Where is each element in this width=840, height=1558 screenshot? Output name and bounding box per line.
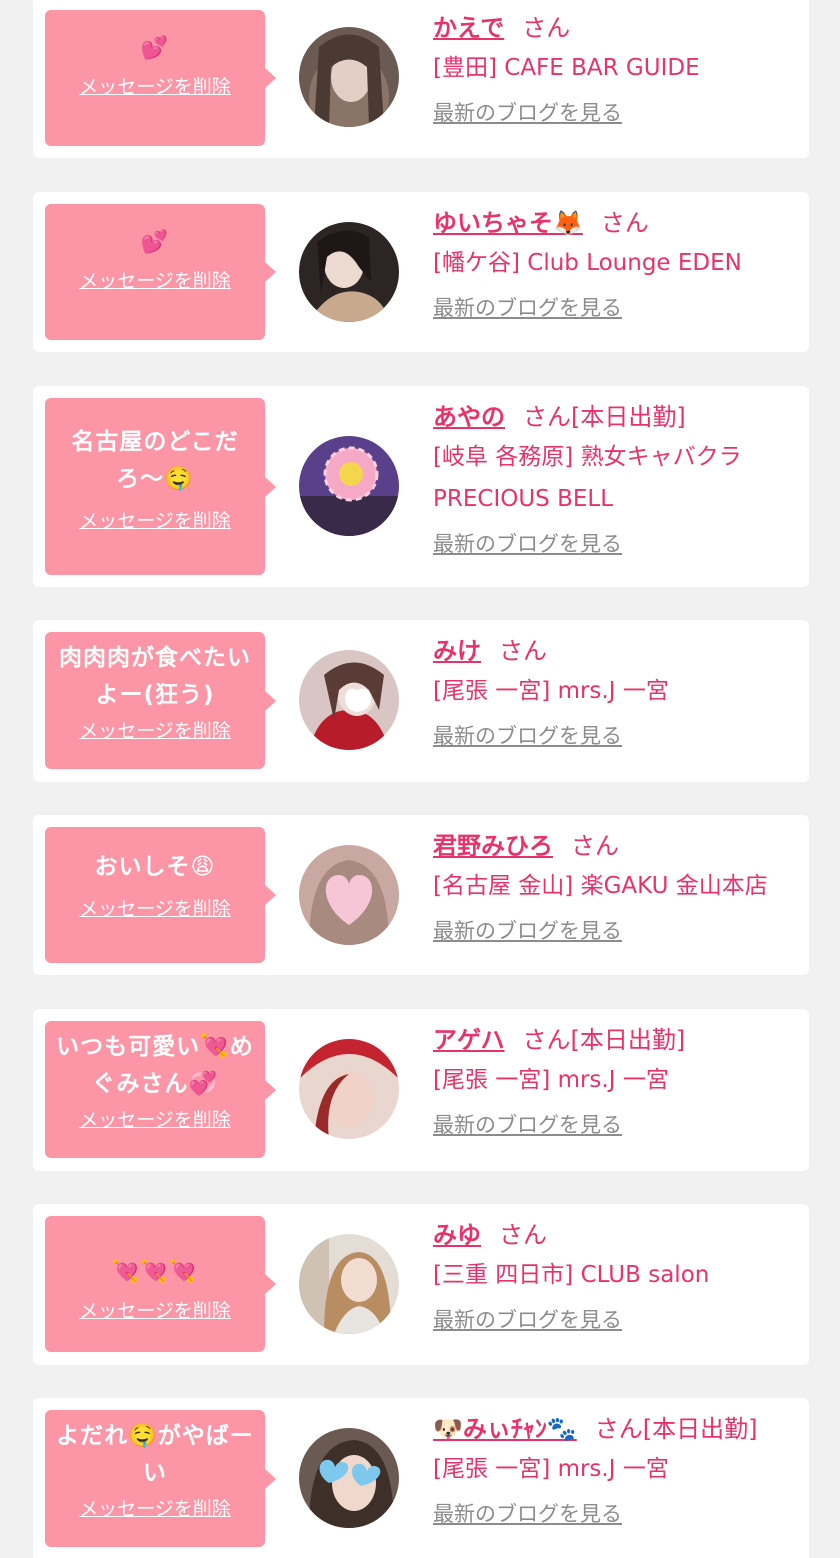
delete-message-link[interactable]: メッセージを削除: [79, 1105, 231, 1132]
shop-name: [尾張 一宮] mrs.J 一宮: [433, 1067, 669, 1093]
message-card: 💕 メッセージを削除 ゆいちゃそ🦊 さん [幡ケ谷] Club Lounge ED…: [33, 192, 809, 352]
message-text: 名古屋のどこだろ〜🤤: [71, 429, 239, 492]
cast-suffix: さん[本日出勤]: [594, 1415, 758, 1443]
shop-name: [岐阜 各務原] 熟女キャバクラ PRECIOUS BELL: [433, 444, 742, 512]
message-text: 💘💘💘: [112, 1260, 198, 1285]
latest-blog-link[interactable]: 最新のブログを見る: [433, 1304, 622, 1334]
latest-blog-link[interactable]: 最新のブログを見る: [433, 528, 622, 558]
latest-blog-link[interactable]: 最新のブログを見る: [433, 1498, 622, 1528]
delete-message-link[interactable]: メッセージを削除: [79, 72, 231, 99]
delete-message-link[interactable]: メッセージを削除: [79, 894, 231, 921]
latest-blog-link[interactable]: 最新のブログを見る: [433, 97, 622, 127]
avatar[interactable]: [299, 222, 399, 322]
cast-info: あやの さん[本日出勤] [岐阜 各務原] 熟女キャバクラ PRECIOUS BE…: [433, 400, 799, 558]
shop-name: [豊田] CAFE BAR GUIDE: [433, 55, 700, 81]
latest-blog-link[interactable]: 最新のブログを見る: [433, 292, 622, 322]
latest-blog-link[interactable]: 最新のブログを見る: [433, 1109, 622, 1139]
message-text: 💕: [140, 230, 170, 255]
shop-name: [名古屋 金山] 楽GAKU 金山本店: [433, 873, 768, 899]
cast-suffix: さん: [499, 1221, 547, 1249]
message-card: 名古屋のどこだろ〜🤤 メッセージを削除 あやの さん[本日出勤] [岐阜 各務原]…: [33, 386, 809, 587]
delete-message-link[interactable]: メッセージを削除: [79, 506, 231, 533]
message-list: 💕 メッセージを削除 かえで さん [豊田] CAFE BAR GUIDE 最新の…: [0, 0, 840, 1558]
avatar[interactable]: [299, 845, 399, 945]
message-bubble: 名古屋のどこだろ〜🤤 メッセージを削除: [45, 398, 276, 575]
cast-info: みゆ さん [三重 四日市] CLUB salon 最新のブログを見る: [433, 1218, 799, 1334]
latest-blog-link[interactable]: 最新のブログを見る: [433, 915, 622, 945]
latest-blog-link[interactable]: 最新のブログを見る: [433, 720, 622, 750]
cast-suffix: さん[本日出勤]: [523, 403, 686, 431]
message-text: よだれ🤤がやばーい: [56, 1423, 254, 1486]
avatar[interactable]: [299, 1039, 399, 1139]
cast-name-link[interactable]: ゆいちゃそ🦊: [433, 209, 583, 237]
cast-info: アゲハ さん[本日出勤] [尾張 一宮] mrs.J 一宮 最新のブログを見る: [433, 1023, 799, 1139]
cast-name-link[interactable]: アゲハ: [433, 1026, 505, 1054]
avatar[interactable]: [299, 1234, 399, 1334]
cast-name-link[interactable]: 🐶みぃﾁｬﾝ🐾: [433, 1415, 577, 1443]
message-bubble: 💘💘💘 メッセージを削除: [45, 1216, 276, 1352]
message-card: いつも可愛い💘めぐみさん💞 メッセージを削除 アゲハ さん[本日出勤] [尾張 一…: [33, 1009, 809, 1171]
cast-info: 君野みひろ さん [名古屋 金山] 楽GAKU 金山本店 最新のブログを見る: [433, 829, 799, 945]
delete-message-link[interactable]: メッセージを削除: [79, 266, 231, 293]
message-text: 💕: [140, 36, 170, 61]
cast-suffix: さん: [499, 637, 547, 665]
shop-name: [尾張 一宮] mrs.J 一宮: [433, 678, 669, 704]
cast-info: みけ さん [尾張 一宮] mrs.J 一宮 最新のブログを見る: [433, 634, 799, 750]
cast-suffix: さん[本日出勤]: [522, 1026, 686, 1054]
cast-info: かえで さん [豊田] CAFE BAR GUIDE 最新のブログを見る: [433, 11, 799, 127]
cast-suffix: さん: [571, 832, 619, 860]
cast-name-link[interactable]: 君野みひろ: [433, 832, 553, 860]
cast-name-link[interactable]: みゆ: [433, 1221, 481, 1249]
message-card: おいしそ😩 メッセージを削除 君野みひろ さん [名古屋 金山] 楽GAKU 金山…: [33, 815, 809, 975]
message-card: 💕 メッセージを削除 かえで さん [豊田] CAFE BAR GUIDE 最新の…: [33, 0, 809, 158]
avatar[interactable]: [299, 27, 399, 127]
cast-suffix: さん: [600, 209, 649, 237]
delete-message-link[interactable]: メッセージを削除: [79, 716, 231, 743]
cast-info: 🐶みぃﾁｬﾝ🐾 さん[本日出勤] [尾張 一宮] mrs.J 一宮 最新のブログを…: [433, 1412, 799, 1528]
cast-name-link[interactable]: みけ: [433, 637, 481, 665]
message-text: 肉肉肉が食べたいよー(狂う): [59, 645, 251, 708]
message-card: 肉肉肉が食べたいよー(狂う) メッセージを削除 みけ さん [尾張 一宮] mrs…: [33, 620, 809, 782]
message-text: おいしそ😩: [94, 854, 216, 880]
cast-name-link[interactable]: あやの: [433, 403, 505, 431]
cast-suffix: さん: [522, 14, 571, 42]
shop-name: [尾張 一宮] mrs.J 一宮: [433, 1456, 669, 1482]
message-card: 💘💘💘 メッセージを削除 みゆ さん [三重 四日市] CLUB salon 最新…: [33, 1204, 809, 1365]
delete-message-link[interactable]: メッセージを削除: [79, 1296, 231, 1323]
avatar[interactable]: [299, 1428, 399, 1528]
shop-name: [三重 四日市] CLUB salon: [433, 1262, 710, 1288]
shop-name: [幡ケ谷] Club Lounge EDEN: [433, 250, 742, 276]
message-bubble: 💕 メッセージを削除: [45, 10, 276, 146]
cast-name-link[interactable]: かえで: [433, 14, 504, 42]
message-bubble: 肉肉肉が食べたいよー(狂う) メッセージを削除: [45, 632, 276, 769]
message-bubble: 💕 メッセージを削除: [45, 204, 276, 340]
message-bubble: おいしそ😩 メッセージを削除: [45, 827, 276, 963]
message-text: いつも可愛い💘めぐみさん💞: [56, 1034, 254, 1097]
message-card: よだれ🤤がやばーい メッセージを削除 🐶みぃﾁｬﾝ🐾 さん[本日出勤] [尾張 一…: [33, 1398, 809, 1558]
message-bubble: よだれ🤤がやばーい メッセージを削除: [45, 1410, 276, 1547]
avatar[interactable]: [299, 436, 399, 536]
message-bubble: いつも可愛い💘めぐみさん💞 メッセージを削除: [45, 1021, 276, 1158]
cast-info: ゆいちゃそ🦊 さん [幡ケ谷] Club Lounge EDEN 最新のブログを見…: [433, 206, 799, 322]
delete-message-link[interactable]: メッセージを削除: [79, 1494, 231, 1521]
avatar[interactable]: [299, 650, 399, 750]
